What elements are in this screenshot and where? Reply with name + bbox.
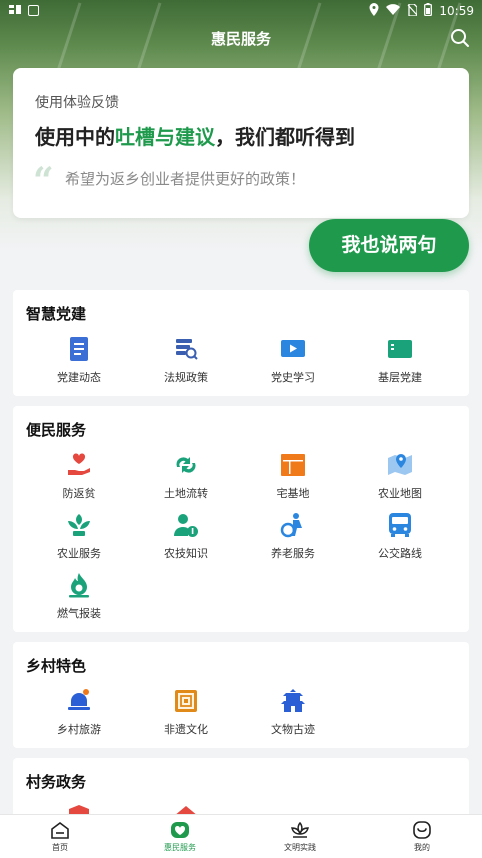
search-icon[interactable] [450, 28, 470, 48]
section-title: 乡村特色 [26, 657, 87, 675]
top-bar: 惠民服务 [0, 24, 482, 54]
section-smart-party: 智慧党建 党建动态 法规政策 党史学习 基层党建 [13, 290, 469, 396]
feedback-subtitle: 使用体验反馈 [35, 95, 119, 111]
grid-item-label: 宅基地 [276, 487, 310, 500]
section-convenience-services: 便民服务 防返贫 土地流转 宅基地 农业地图 农业服务 农技知识 养老服务 公交… [13, 406, 469, 632]
grid-item-label: 公交路线 [378, 547, 422, 560]
grid-item-label: 基层党建 [378, 371, 422, 384]
feedback-headline: 使用中的吐槽与建议，我们都听得到 [35, 121, 355, 150]
video-play-icon [281, 340, 305, 357]
location-icon [369, 3, 379, 19]
smile-icon [413, 821, 431, 839]
tab-mine[interactable]: 我的 [362, 815, 482, 858]
grid-item-agri-service[interactable]: 农业服务 [22, 512, 136, 561]
grid-item-label: 土地流转 [164, 487, 208, 500]
grid-item-agri-knowledge[interactable]: 农技知识 [129, 512, 243, 561]
grid-item-homestead[interactable]: 宅基地 [236, 452, 350, 501]
grid-item-party-news[interactable]: 党建动态 [22, 336, 136, 385]
grid-item-laws[interactable]: 法规政策 [129, 336, 243, 385]
feedback-wish-text: 希望为返乡创业者提供更好的政策！ [65, 170, 306, 188]
gas-flame-icon [69, 573, 89, 598]
headline-suffix: ，我们都听得到 [215, 125, 355, 149]
grid-item-label: 非遗文化 [164, 723, 208, 736]
screen-icon [388, 340, 412, 358]
grid-item-label: 乡村旅游 [57, 723, 101, 736]
screen-icon [28, 5, 39, 16]
law-search-icon [176, 339, 198, 360]
page-title: 惠民服务 [210, 30, 271, 48]
headline-prefix: 使用中的 [35, 125, 115, 149]
grid-item-farm-map[interactable]: 农业地图 [343, 452, 457, 501]
elderly-icon [280, 513, 302, 538]
headline-highlight: 吐槽与建议 [115, 125, 215, 149]
tab-label: 我的 [414, 843, 430, 852]
grid-item-anti-poverty[interactable]: 防返贫 [22, 452, 136, 501]
app-notification-icon [8, 3, 22, 18]
grid-item-label: 防返贫 [62, 487, 96, 500]
lotus-icon [291, 821, 309, 838]
grid-item-relics[interactable]: 文物古迹 [236, 688, 350, 737]
no-sim-icon [407, 2, 419, 19]
grid-item-bus-route[interactable]: 公交路线 [343, 512, 457, 561]
status-time: 10:59 [439, 4, 474, 18]
heritage-stamp-icon [175, 690, 197, 712]
tab-label: 惠民服务 [164, 843, 196, 852]
grid-item-gas-install[interactable]: 燃气报装 [22, 572, 136, 621]
section-rural-features: 乡村特色 乡村旅游 非遗文化 文物古迹 [13, 642, 469, 748]
grid-item-label: 农技知识 [164, 547, 208, 560]
status-bar: 10:59 [0, 0, 482, 22]
hand-heart-icon [68, 453, 90, 475]
document-icon [70, 337, 88, 361]
house-grid-icon [281, 454, 305, 476]
grid-item-grassroots[interactable]: 基层党建 [343, 336, 457, 385]
section-title: 智慧党建 [26, 305, 87, 323]
section-title: 便民服务 [26, 421, 87, 439]
tab-civilization[interactable]: 文明实践 [240, 815, 360, 858]
bus-icon [389, 513, 411, 537]
grid-item-label: 农业服务 [57, 547, 101, 560]
grid-item-rural-travel[interactable]: 乡村旅游 [22, 688, 136, 737]
grid-item-label: 法规政策 [164, 371, 208, 384]
quote-mark-icon: “ [33, 160, 54, 202]
map-pin-icon [388, 454, 412, 475]
grid-item-party-history[interactable]: 党史学习 [236, 336, 350, 385]
tab-label: 文明实践 [284, 843, 316, 852]
grid-item-elderly-care[interactable]: 养老服务 [236, 512, 350, 561]
grid-item-label: 党史学习 [271, 371, 315, 384]
wifi-icon [386, 4, 401, 18]
tab-home[interactable]: 首页 [0, 815, 120, 858]
grid-item-label: 农业地图 [378, 487, 422, 500]
grid-item-label: 党建动态 [57, 371, 101, 384]
battery-icon [424, 3, 433, 19]
pagoda-icon [281, 689, 305, 712]
sprout-icon [68, 514, 90, 536]
feedback-card[interactable]: 使用体验反馈 使用中的吐槽与建议，我们都听得到 “ 希望为返乡创业者提供更好的政… [13, 68, 469, 218]
say-something-button[interactable]: 我也说两句 [309, 219, 469, 272]
tab-label: 首页 [52, 843, 68, 852]
grid-item-label: 文物古迹 [271, 723, 315, 736]
grid-item-label: 燃气报装 [57, 607, 101, 620]
grid-item-intangible-heritage[interactable]: 非遗文化 [129, 688, 243, 737]
grid-item-label: 养老服务 [271, 547, 315, 560]
heart-badge-icon [171, 822, 189, 838]
bottom-tab-bar: 首页 惠民服务 文明实践 我的 [0, 814, 482, 858]
home-icon [51, 822, 69, 839]
section-title: 村务政务 [26, 773, 87, 791]
grid-item-land-transfer[interactable]: 土地流转 [129, 452, 243, 501]
person-info-icon [174, 514, 198, 537]
tab-services[interactable]: 惠民服务 [120, 815, 240, 858]
travel-bell-icon [68, 689, 90, 710]
recycle-icon [176, 457, 196, 473]
